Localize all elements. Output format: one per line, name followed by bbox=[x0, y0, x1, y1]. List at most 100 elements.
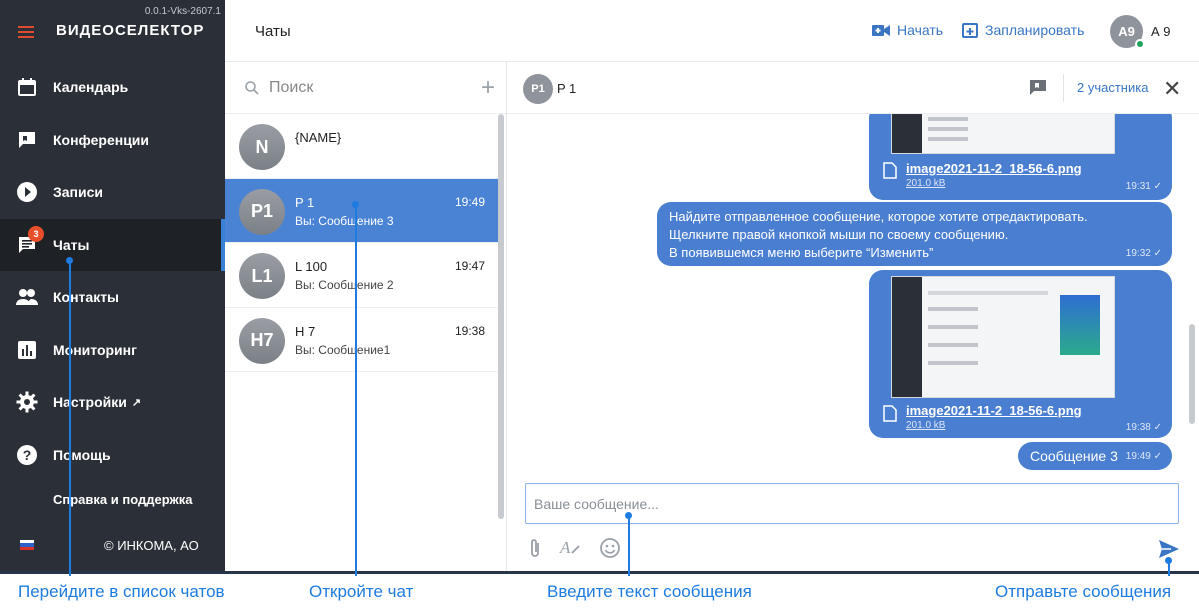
sidebar-item-label: Чаты bbox=[53, 236, 90, 253]
chat-time: 19:38 bbox=[454, 323, 485, 338]
search-icon bbox=[245, 81, 259, 95]
avatar: H7 bbox=[239, 317, 285, 364]
header: Чаты Начать Запланировать А9 А 9 bbox=[225, 0, 1199, 62]
gear-icon bbox=[16, 391, 38, 413]
chat-list-scrollbar[interactable] bbox=[498, 114, 504, 519]
file-name[interactable]: image2021-11-2_18-56-6.png bbox=[906, 403, 1082, 418]
sidebar-item-label: Настройки bbox=[53, 394, 127, 411]
close-icon[interactable]: ✕ bbox=[1163, 76, 1181, 102]
file-size: 201.0 kB bbox=[906, 420, 946, 431]
file-icon bbox=[883, 162, 897, 179]
chat-name: H 7 bbox=[295, 323, 316, 339]
text-format-icon[interactable]: A bbox=[559, 537, 581, 557]
chat-list-item[interactable]: L1 L 100 19:47 Вы: Сообщение 2 bbox=[225, 243, 499, 308]
user-name[interactable]: А 9 bbox=[1151, 24, 1171, 39]
sidebar: 0.0.1-Vks-2607.1 ВИДЕОСЕЛЕКТОР Календарь… bbox=[0, 0, 225, 573]
annotation-pointer-line bbox=[355, 204, 357, 576]
search-bar: + bbox=[225, 62, 507, 114]
sidebar-item-chats[interactable]: 3 Чаты bbox=[0, 218, 225, 271]
message-composer bbox=[525, 483, 1179, 524]
chat-name: L 100 bbox=[295, 259, 328, 274]
message-body: Сообщение 3 bbox=[1030, 448, 1118, 464]
chat-time: 19:47 bbox=[454, 259, 485, 273]
sidebar-item-help[interactable]: ? Помощь bbox=[0, 429, 225, 482]
user-initials: А9 bbox=[1118, 24, 1135, 39]
sidebar-item-label: Контакты bbox=[53, 289, 120, 306]
chart-icon bbox=[16, 339, 38, 361]
sidebar-item-label: Календарь bbox=[53, 79, 129, 96]
annotation-pointer-line bbox=[628, 515, 630, 576]
sidebar-item-label: Конференции bbox=[53, 131, 150, 148]
add-chat-icon[interactable]: + bbox=[481, 74, 495, 102]
message-text[interactable]: Найдите отправленное сообщение, которое … bbox=[657, 202, 1172, 266]
annotation-pointer-dot bbox=[352, 201, 359, 208]
message-text[interactable]: Сообщение 3 19:49 ✓ bbox=[1018, 442, 1172, 470]
annotation-go-to-chats: Перейдите в список чатов bbox=[18, 582, 225, 601]
divider bbox=[1063, 74, 1064, 102]
avatar: L1 bbox=[239, 253, 285, 299]
avatar: P1 bbox=[523, 74, 553, 104]
help-icon: ? bbox=[16, 444, 38, 466]
sidebar-item-settings[interactable]: Настройки ↗ bbox=[0, 376, 225, 429]
calendar-plus-icon bbox=[962, 23, 978, 38]
message-time: 19:49 ✓ bbox=[1125, 451, 1162, 462]
attach-icon[interactable] bbox=[527, 537, 543, 559]
menu-icon[interactable] bbox=[18, 26, 34, 38]
chat-last-message: Вы: Сообщение1 bbox=[295, 342, 391, 357]
message-input[interactable] bbox=[526, 484, 1178, 523]
members-link[interactable]: 2 участника bbox=[1077, 80, 1148, 95]
emoji-icon[interactable] bbox=[599, 537, 621, 559]
chat-list-item-selected[interactable]: P1 P 1 19:49 Вы: Сообщение 3 bbox=[225, 178, 499, 243]
sidebar-item-label: Записи bbox=[53, 184, 104, 201]
start-conference-button[interactable]: Начать bbox=[872, 22, 943, 38]
chat-title: P 1 bbox=[557, 81, 577, 96]
schedule-label: Запланировать bbox=[985, 22, 1085, 38]
contacts-icon bbox=[16, 286, 38, 308]
image-preview[interactable] bbox=[891, 114, 1115, 154]
sidebar-item-monitoring[interactable]: Мониторинг bbox=[0, 324, 225, 377]
message-image[interactable]: image2021-11-2_18-56-6.png 201.0 kB 19:3… bbox=[869, 114, 1172, 200]
image-preview[interactable] bbox=[891, 276, 1115, 398]
schedule-button[interactable]: Запланировать bbox=[962, 22, 1084, 38]
sidebar-item-contacts[interactable]: Контакты bbox=[0, 271, 225, 324]
search-input[interactable] bbox=[269, 76, 449, 100]
chat-icon: 3 bbox=[16, 225, 44, 256]
start-call-icon[interactable] bbox=[1029, 79, 1047, 96]
send-icon[interactable] bbox=[1158, 539, 1180, 559]
sidebar-item-recordings[interactable]: Записи bbox=[0, 166, 225, 219]
sidebar-item-calendar[interactable]: Календарь bbox=[0, 61, 225, 114]
file-size: 201.0 kB bbox=[906, 178, 946, 189]
chat-name: {NAME} bbox=[295, 130, 342, 145]
app-version: 0.0.1-Vks-2607.1 bbox=[144, 6, 221, 17]
message-image[interactable]: image2021-11-2_18-56-6.png 201.0 kB 19:3… bbox=[869, 270, 1172, 438]
chat-list-item[interactable]: H7 H 7 19:38 Вы: Сообщение1 bbox=[225, 308, 499, 372]
chat-list-item[interactable]: N {NAME} bbox=[225, 114, 499, 179]
avatar: P1 bbox=[239, 188, 285, 235]
conference-icon bbox=[16, 129, 38, 151]
page-title: Чаты bbox=[255, 23, 291, 40]
svg-text:?: ? bbox=[23, 447, 32, 463]
message-time: 19:38 ✓ bbox=[1125, 422, 1162, 433]
play-icon bbox=[16, 181, 38, 203]
chat-last-message: Вы: Сообщение 3 bbox=[295, 213, 394, 228]
external-link-icon: ↗ bbox=[131, 396, 142, 409]
avatar: N bbox=[239, 124, 285, 170]
chat-panel: P1 P 1 2 участника ✕ image2021-11-2_18-5… bbox=[507, 62, 1199, 573]
chat-header: P1 P 1 2 участника ✕ bbox=[507, 62, 1199, 114]
annotation-pointer-dot bbox=[625, 512, 632, 519]
annotation-baseline bbox=[0, 571, 1199, 574]
sidebar-item-label: Помощь bbox=[53, 446, 111, 463]
annotation-open-chat: Откройте чат bbox=[309, 582, 414, 601]
message-scrollbar[interactable] bbox=[1189, 324, 1195, 424]
user-avatar[interactable]: А9 bbox=[1110, 15, 1145, 49]
svg-text:A: A bbox=[559, 538, 571, 557]
file-name[interactable]: image2021-11-2_18-56-6.png bbox=[906, 161, 1082, 176]
language-flag-icon[interactable] bbox=[20, 540, 34, 550]
support-link[interactable]: Справка и поддержка bbox=[53, 492, 192, 507]
start-label: Начать bbox=[897, 22, 944, 38]
sidebar-item-conferences[interactable]: Конференции bbox=[0, 114, 225, 167]
app-logo: ВИДЕОСЕЛЕКТОР bbox=[56, 22, 205, 39]
chat-last-message: Вы: Сообщение 2 bbox=[295, 278, 394, 292]
sidebar-item-label: Мониторинг bbox=[53, 341, 137, 358]
video-camera-icon bbox=[872, 24, 890, 36]
